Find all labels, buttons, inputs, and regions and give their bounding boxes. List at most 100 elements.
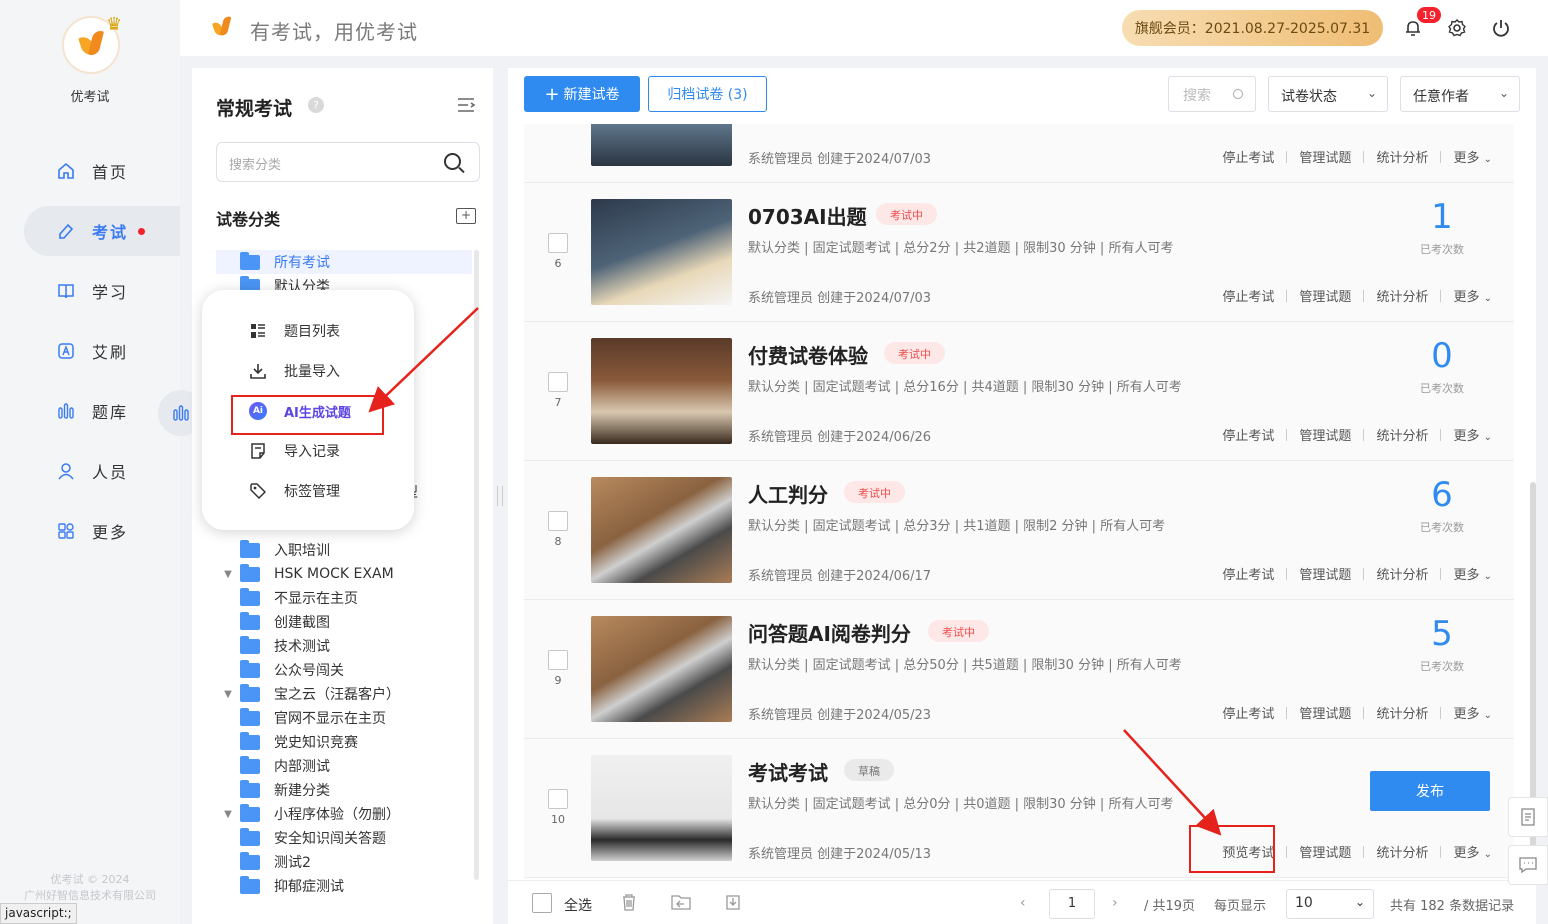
more-link[interactable]: 更多 ⌄ bbox=[1441, 425, 1504, 444]
select-all-checkbox[interactable] bbox=[532, 893, 552, 913]
exam-search-input[interactable]: 搜索 bbox=[1168, 76, 1256, 112]
exam-row[interactable]: 7 付费试卷体验 考试中 默认分类 | 固定试题考试 | 总分16分 | 共4道题 |… bbox=[524, 322, 1514, 461]
category-tree-item[interactable]: 新建分类 bbox=[216, 778, 472, 802]
exam-row[interactable]: 8 人工判分 考试中 默认分类 | 固定试题考试 | 总分3分 | 共1道题 | 限制… bbox=[524, 461, 1514, 600]
menu-item-question-list[interactable]: 题目列表 bbox=[248, 318, 408, 344]
caret-down-icon[interactable]: ▼ bbox=[216, 809, 240, 820]
search-icon[interactable] bbox=[1233, 89, 1243, 99]
more-link[interactable]: 更多 ⌄ bbox=[1441, 703, 1504, 722]
manage-questions-link[interactable]: 管理试题 bbox=[1287, 564, 1363, 583]
category-tree-item[interactable]: ▼ 小程序体验（勿删） bbox=[216, 802, 472, 826]
statistics-link[interactable]: 统计分析 bbox=[1364, 703, 1440, 722]
manage-questions-link[interactable]: 管理试题 bbox=[1287, 425, 1363, 444]
exam-row[interactable]: 6 0703AI出题 考试中 默认分类 | 固定试题考试 | 总分2分 | 共2道题 … bbox=[524, 183, 1514, 322]
statistics-link[interactable]: 统计分析 bbox=[1364, 425, 1440, 444]
trash-icon[interactable] bbox=[618, 891, 640, 913]
category-tree-item[interactable]: 内部测试 bbox=[216, 754, 472, 778]
menu-item-tag-management[interactable]: 标签管理 bbox=[248, 478, 408, 504]
stop-exam-link[interactable]: 停止考试 bbox=[1210, 286, 1286, 305]
archived-exams-button[interactable]: 归档试卷 (3) bbox=[648, 76, 767, 112]
power-icon[interactable] bbox=[1489, 16, 1513, 40]
next-page-icon[interactable]: › bbox=[1112, 895, 1118, 911]
publish-button[interactable]: 发布 bbox=[1370, 771, 1490, 811]
side-document-button[interactable] bbox=[1508, 797, 1548, 837]
row-checkbox[interactable] bbox=[548, 233, 568, 253]
row-checkbox[interactable] bbox=[548, 650, 568, 670]
stop-exam-link[interactable]: 停止考试 bbox=[1210, 425, 1286, 444]
exam-title[interactable]: 考试考试 bbox=[748, 757, 828, 786]
category-tree-item[interactable]: 党史知识竞赛 bbox=[216, 730, 472, 754]
nav-item-exam[interactable]: 考试 bbox=[24, 206, 180, 256]
exam-thumbnail[interactable] bbox=[591, 755, 732, 861]
row-checkbox[interactable] bbox=[548, 789, 568, 809]
status-filter-select[interactable]: 试卷状态 ⌄ bbox=[1268, 76, 1388, 112]
new-exam-button[interactable]: + 新建试卷 bbox=[524, 76, 640, 112]
stop-exam-link[interactable]: 停止考试 bbox=[1210, 147, 1286, 166]
help-icon[interactable]: ? bbox=[308, 97, 324, 113]
statistics-link[interactable]: 统计分析 bbox=[1364, 286, 1440, 305]
prev-page-icon[interactable]: ‹ bbox=[1020, 895, 1026, 911]
exam-thumbnail[interactable] bbox=[591, 124, 732, 166]
exam-thumbnail[interactable] bbox=[591, 338, 732, 444]
app-logo[interactable]: ♛ bbox=[62, 14, 122, 74]
vip-membership-badge[interactable]: 旗舰会员：2021.08.27-2025.07.31 bbox=[1122, 10, 1383, 46]
stop-exam-link[interactable]: 停止考试 bbox=[1210, 703, 1286, 722]
menu-item-import-records[interactable]: 导入记录 bbox=[248, 438, 408, 464]
exam-row[interactable]: 系统管理员 创建于2024/07/03 停止考试 管理试题 统计分析 更多 ⌄ bbox=[524, 124, 1514, 183]
category-tree-item[interactable]: 所有考试 bbox=[216, 250, 472, 274]
statistics-link[interactable]: 统计分析 bbox=[1364, 842, 1440, 861]
exam-row[interactable]: 10 考试考试 草稿 默认分类 | 固定试题考试 | 总分0分 | 共0道题 | 限制… bbox=[524, 739, 1514, 878]
category-tree-item[interactable]: 入职培训 bbox=[216, 538, 472, 562]
nav-item-study[interactable]: 学习 bbox=[24, 266, 180, 316]
category-tree-item[interactable]: 抑郁症测试 bbox=[216, 874, 472, 898]
gear-icon[interactable] bbox=[1445, 16, 1469, 40]
category-search-input[interactable]: 搜索分类 bbox=[216, 142, 480, 182]
exam-thumbnail[interactable] bbox=[591, 477, 732, 583]
statistics-link[interactable]: 统计分析 bbox=[1364, 147, 1440, 166]
exam-title[interactable]: 问答题AI阅卷判分 bbox=[748, 618, 911, 647]
category-tree-item[interactable]: 安全知识闯关答题 bbox=[216, 826, 472, 850]
collapse-panel-icon[interactable] bbox=[456, 96, 476, 114]
row-checkbox[interactable] bbox=[548, 511, 568, 531]
exam-title[interactable]: 人工判分 bbox=[748, 479, 828, 508]
exam-thumbnail[interactable] bbox=[591, 616, 732, 722]
exam-row[interactable]: 9 问答题AI阅卷判分 考试中 默认分类 | 固定试题考试 | 总分50分 | 共5道… bbox=[524, 600, 1514, 739]
row-checkbox[interactable] bbox=[548, 372, 568, 392]
exam-thumbnail[interactable] bbox=[591, 199, 732, 305]
stop-exam-link[interactable]: 停止考试 bbox=[1210, 564, 1286, 583]
category-tree-item[interactable]: 技术测试 bbox=[216, 634, 472, 658]
manage-questions-link[interactable]: 管理试题 bbox=[1287, 842, 1363, 861]
category-tree-item[interactable]: 创建截图 bbox=[216, 610, 472, 634]
panel-splitter[interactable] bbox=[497, 486, 503, 506]
category-tree-item[interactable]: 官网不显示在主页 bbox=[216, 706, 472, 730]
nav-item-users[interactable]: 人员 bbox=[24, 446, 180, 496]
caret-down-icon[interactable]: ▼ bbox=[216, 569, 240, 580]
nav-item-more[interactable]: 更多 bbox=[24, 506, 180, 556]
category-scrollbar[interactable] bbox=[474, 250, 479, 880]
search-icon[interactable] bbox=[444, 153, 461, 170]
category-tree-item[interactable]: 不显示在主页 bbox=[216, 586, 472, 610]
export-icon[interactable] bbox=[722, 891, 744, 913]
category-tree-item[interactable]: ▼ 宝之云（汪磊客户） bbox=[216, 682, 472, 706]
menu-item-batch-import[interactable]: 批量导入 bbox=[248, 358, 408, 384]
exam-title[interactable]: 0703AI出题 bbox=[748, 201, 867, 230]
category-tree-item[interactable]: ▼ HSK MOCK EXAM bbox=[216, 562, 472, 586]
more-link[interactable]: 更多 ⌄ bbox=[1441, 286, 1504, 305]
more-link[interactable]: 更多 ⌄ bbox=[1441, 564, 1504, 583]
nav-item-home[interactable]: 首页 bbox=[24, 146, 180, 196]
statistics-link[interactable]: 统计分析 bbox=[1364, 564, 1440, 583]
caret-down-icon[interactable]: ▼ bbox=[216, 689, 240, 700]
more-link[interactable]: 更多 ⌄ bbox=[1441, 842, 1504, 861]
author-filter-select[interactable]: 任意作者 ⌄ bbox=[1400, 76, 1520, 112]
exam-title[interactable]: 付费试卷体验 bbox=[748, 340, 868, 369]
page-size-select[interactable]: 10 ⌄ bbox=[1286, 889, 1374, 919]
side-chat-button[interactable] bbox=[1508, 845, 1548, 885]
move-folder-icon[interactable] bbox=[670, 891, 692, 913]
add-folder-icon[interactable]: + bbox=[456, 208, 476, 224]
category-tree-item[interactable]: 测试2 bbox=[216, 850, 472, 874]
manage-questions-link[interactable]: 管理试题 bbox=[1287, 147, 1363, 166]
category-tree-item[interactable]: 公众号闯关 bbox=[216, 658, 472, 682]
manage-questions-link[interactable]: 管理试题 bbox=[1287, 703, 1363, 722]
manage-questions-link[interactable]: 管理试题 bbox=[1287, 286, 1363, 305]
page-number-input[interactable]: 1 bbox=[1049, 889, 1095, 919]
